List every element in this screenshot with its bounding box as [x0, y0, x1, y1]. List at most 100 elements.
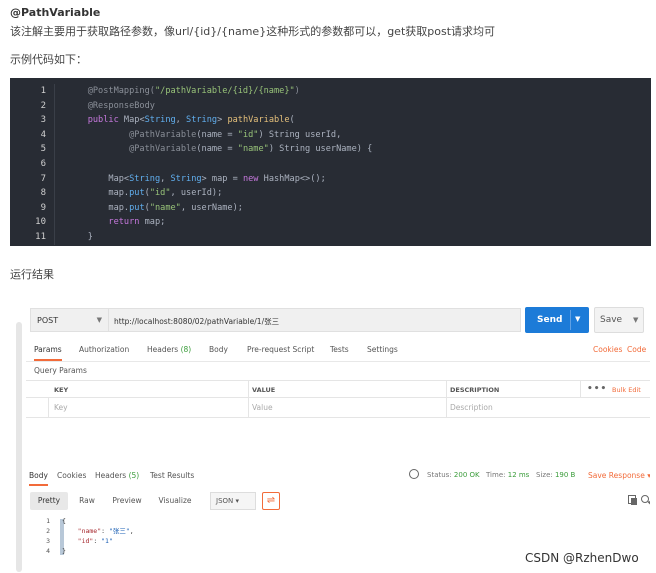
preview-button[interactable]: Preview [106, 492, 148, 510]
response-tab-headers[interactable]: Headers (5) [95, 471, 139, 480]
json-value: "张三" [108, 527, 130, 535]
code-token: String [170, 173, 202, 184]
size-readout: Size: 190 B [536, 471, 575, 479]
wrap-lines-icon[interactable]: ⇌ [262, 492, 280, 510]
size-label: Size: [536, 471, 553, 479]
code-token: (name = [196, 129, 238, 140]
code-token: ) String userName) { [268, 144, 373, 155]
code-line-number: 10 [35, 217, 46, 228]
save-response-label: Save Response [588, 471, 645, 480]
send-button[interactable]: Send ▼ [525, 307, 589, 333]
code-token: "name" [237, 144, 269, 155]
format-select[interactable]: JSON ▾ [210, 492, 256, 510]
code-line: @PathVariable(name = "id") String userId… [55, 128, 651, 143]
code-token: map. [67, 188, 130, 199]
tab-tests[interactable]: Tests [330, 345, 349, 354]
response-tab-test-results[interactable]: Test Results [150, 471, 194, 480]
response-tab-cookies[interactable]: Cookies [57, 471, 86, 480]
params-table-header: KEY VALUE DESCRIPTION ••• Bulk Edit [26, 380, 650, 398]
tab-headers[interactable]: Headers (8) [147, 345, 191, 354]
send-label: Send [537, 315, 563, 325]
response-format-toolbar: Pretty Raw Preview Visualize JSON ▾ ⇌ [30, 492, 650, 512]
code-link[interactable]: Code [627, 345, 646, 354]
code-line-number: 11 [35, 231, 46, 242]
column-divider [248, 398, 249, 417]
response-json: { "name": "张三", "id": "1" } [62, 516, 134, 556]
more-icon[interactable]: ••• [587, 384, 607, 394]
key-input[interactable]: Key [54, 403, 68, 412]
column-divider[interactable] [248, 381, 249, 397]
response-headers-count: (5) [128, 471, 140, 480]
cookies-link[interactable]: Cookies [593, 345, 622, 354]
column-divider[interactable] [446, 381, 447, 397]
tab-settings[interactable]: Settings [367, 345, 398, 354]
code-line: @PostMapping("/pathVariable/{id}/{name}"… [55, 84, 651, 99]
headers-count: (8) [180, 345, 192, 354]
code-token: return [108, 217, 140, 228]
chevron-down-icon: ▾ [235, 497, 240, 505]
bulk-edit-link[interactable]: Bulk Edit [612, 386, 641, 394]
globe-icon[interactable] [409, 469, 419, 479]
section-heading: @PathVariable [10, 6, 101, 19]
method-label: POST [37, 316, 59, 325]
code-lines: @PostMapping("/pathVariable/{id}/{name}"… [54, 84, 651, 245]
code-token: map; [139, 217, 166, 228]
raw-button[interactable]: Raw [72, 492, 102, 510]
code-token: Map< [67, 173, 130, 184]
pretty-button[interactable]: Pretty [30, 492, 68, 510]
method-select[interactable]: POST ▼ [30, 308, 108, 332]
code-token: String [129, 173, 161, 184]
tab-prerequest-script[interactable]: Pre-request Script [247, 345, 314, 354]
search-icon[interactable] [641, 495, 649, 503]
code-line: Map<String, String> map = new HashMap<>(… [55, 172, 651, 187]
code-token: , userName); [180, 202, 243, 213]
response-tab-body[interactable]: Body [29, 471, 48, 486]
json-value: "1" [101, 537, 113, 545]
json-line: } [62, 546, 134, 556]
tab-params[interactable]: Params [34, 345, 62, 361]
code-token: ) [294, 86, 300, 96]
description-input[interactable]: Description [450, 403, 493, 412]
code-token: new [242, 173, 259, 184]
tabs-divider [26, 361, 650, 362]
column-divider [446, 398, 447, 417]
save-label: Save [600, 315, 623, 325]
tab-body[interactable]: Body [209, 345, 228, 354]
copy-icon[interactable] [628, 495, 637, 505]
code-token: "id" [237, 129, 259, 140]
code-token: , userId); [170, 188, 223, 199]
response-headers-label: Headers [95, 471, 127, 480]
code-line: map.put("name", userName); [55, 201, 651, 216]
chevron-down-icon[interactable]: ▼ [575, 315, 580, 323]
code-token: (name = [196, 144, 238, 155]
chevron-down-icon: ▼ [96, 316, 102, 324]
code-token: "name" [149, 202, 181, 213]
status-value: 200 OK [453, 471, 480, 479]
code-token: > map = [201, 173, 243, 184]
code-line-number: 8 [40, 188, 46, 199]
save-button[interactable]: Save ▼ [594, 307, 644, 333]
col-key: KEY [54, 386, 69, 394]
left-scrollbar[interactable] [16, 322, 22, 572]
url-input[interactable]: http://localhost:8080/02/pathVariable/1/… [108, 308, 521, 332]
code-token: @PostMapping( [67, 86, 155, 96]
code-token: put [129, 202, 145, 213]
code-line: public Map<String, String> pathVariable( [55, 113, 651, 128]
chevron-down-icon: ▾ [647, 471, 650, 480]
status-label: Status: [427, 471, 452, 479]
time-value: 12 ms [507, 471, 530, 479]
response-line-number: 3 [46, 537, 50, 545]
value-input[interactable]: Value [252, 403, 273, 412]
save-response-button[interactable]: Save Response ▾ [588, 471, 650, 480]
size-value: 190 B [554, 471, 576, 479]
code-token: ) String userId, [258, 129, 342, 140]
column-divider[interactable] [580, 381, 581, 397]
chevron-down-icon[interactable]: ▼ [633, 316, 638, 324]
tab-authorization[interactable]: Authorization [79, 345, 129, 354]
code-line-number: 2 [40, 100, 46, 111]
code-token: @ResponseBody [67, 100, 155, 111]
json-line: { [62, 516, 134, 526]
code-line: } [55, 230, 651, 245]
visualize-button[interactable]: Visualize [152, 492, 198, 510]
